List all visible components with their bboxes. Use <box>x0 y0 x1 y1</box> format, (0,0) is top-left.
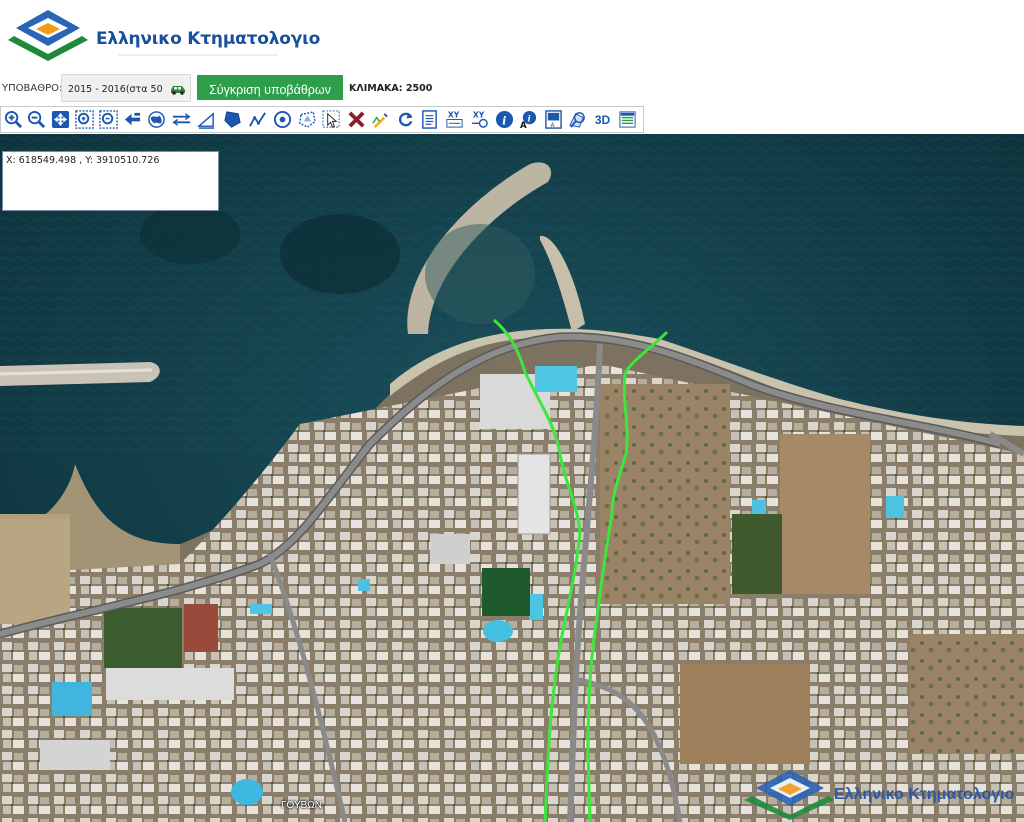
info-icon[interactable]: i <box>494 109 515 130</box>
delete-icon[interactable] <box>346 109 367 130</box>
svg-text:i: i <box>502 113 506 127</box>
coordinate-readout-box: X: 618549.498 , Y: 3910510.726 <box>2 151 219 211</box>
watermark-logo-icon <box>744 770 834 820</box>
edit-icon[interactable] <box>370 109 391 130</box>
draw-polygon-icon[interactable] <box>222 109 243 130</box>
zoom-out-icon[interactable] <box>26 109 47 130</box>
svg-text:A: A <box>551 123 555 129</box>
zoom-box-in-icon[interactable] <box>74 109 95 130</box>
svg-text:i: i <box>528 114 531 124</box>
xy-goto-icon[interactable]: XY <box>469 109 490 130</box>
watermark-text: Ελληνικο Κτηματολογιο <box>834 786 1015 803</box>
measure-area-icon[interactable] <box>196 109 217 130</box>
svg-text:XY: XY <box>448 111 460 120</box>
draw-freeform-icon[interactable] <box>297 109 318 130</box>
compare-basemaps-button[interactable]: Σύγκριση υποβάθρων <box>197 75 343 100</box>
scale-label: ΚΛΙΜΑΚΑ: 2500 <box>349 83 433 94</box>
ktimatologio-logo-icon <box>8 10 88 61</box>
zoom-in-icon[interactable] <box>3 109 24 130</box>
print-icon[interactable]: A <box>543 109 564 130</box>
xy-input-icon[interactable]: XY <box>444 109 465 130</box>
satellite-basemap <box>0 134 1024 822</box>
measure-distance-icon[interactable] <box>171 109 192 130</box>
draw-line-icon[interactable] <box>247 109 268 130</box>
search-parcel-icon[interactable] <box>567 109 588 130</box>
basemap-select[interactable]: 2015 - 2016(στα 50 <box>61 74 191 102</box>
previous-extent-icon[interactable] <box>122 109 143 130</box>
coordinate-readout: X: 618549.498 , Y: 3910510.726 <box>6 155 160 166</box>
refresh-icon[interactable] <box>395 109 416 130</box>
brand-subtitle-decoration <box>118 54 278 56</box>
layers-icon[interactable] <box>617 109 638 130</box>
car-icon <box>171 86 185 95</box>
svg-text:A: A <box>520 121 527 129</box>
pan-icon[interactable] <box>50 109 71 130</box>
street-label: ΓΟΥΒΩΝ <box>281 800 323 811</box>
zoom-box-out-icon[interactable] <box>98 109 119 130</box>
map-toolbar: XY XY i iA A 3D <box>0 106 644 133</box>
full-extent-icon[interactable] <box>146 109 167 130</box>
basemap-label: ΥΠΟΒΑΘΡΟ: <box>2 83 63 94</box>
control-row: ΥΠΟΒΑΘΡΟ: 2015 - 2016(στα 50 Σύγκριση υπ… <box>0 74 1024 104</box>
brand-title: Ελληνικο Κτηματολογιο <box>96 29 321 49</box>
select-icon[interactable] <box>321 109 342 130</box>
svg-text:XY: XY <box>473 111 485 120</box>
info-annotation-icon[interactable]: iA <box>518 109 539 130</box>
draw-circle-icon[interactable] <box>272 109 293 130</box>
document-icon[interactable] <box>419 109 440 130</box>
basemap-value: 2015 - 2016(στα 50 <box>68 84 163 95</box>
3d-view-icon[interactable]: 3D <box>592 109 613 130</box>
header: Ελληνικο Κτηματολογιο <box>0 0 1024 72</box>
map-view[interactable]: X: 618549.498 , Y: 3910510.726 ΓΟΥΒΩΝ Ελ… <box>0 134 1024 822</box>
